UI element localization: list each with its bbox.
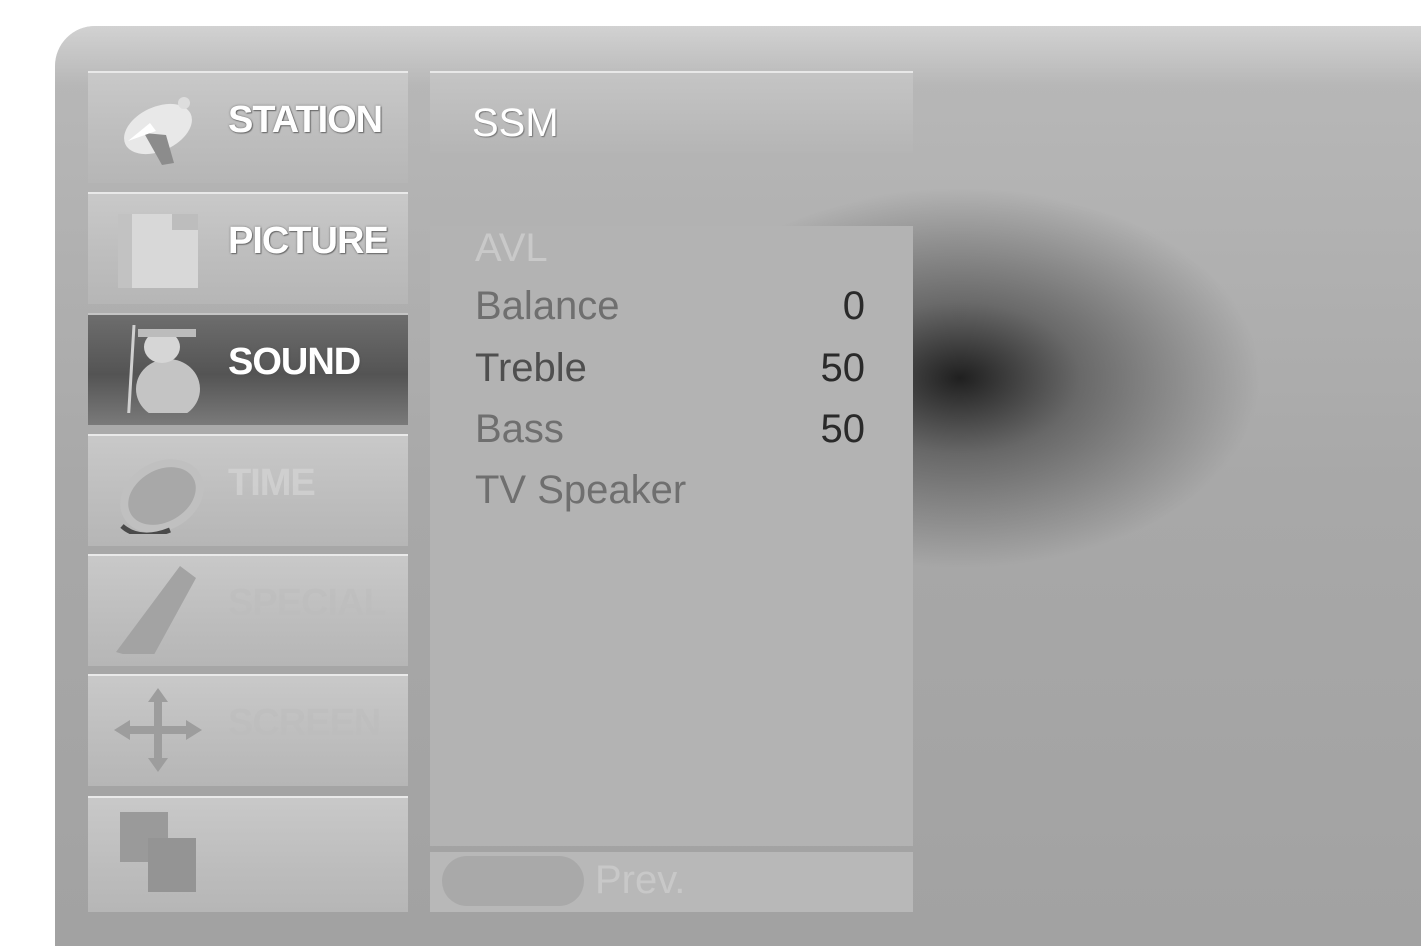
menu-item-picture[interactable]: PICTURE	[88, 192, 408, 304]
option-label: AVL	[475, 226, 548, 270]
menu-item-special[interactable]: SPECIAL	[88, 554, 408, 666]
option-label: Bass	[475, 407, 564, 451]
option-balance[interactable]: Balance 0	[475, 284, 865, 340]
option-tv-speaker[interactable]: TV Speaker	[475, 468, 865, 524]
option-avl[interactable]: AVL	[475, 226, 865, 282]
menu-item-label: PICTURE	[228, 220, 389, 262]
submenu-footer: Prev.	[430, 852, 913, 912]
option-bass[interactable]: Bass 50	[475, 407, 865, 463]
satellite-dish-icon	[124, 97, 192, 165]
clock-icon	[120, 459, 204, 534]
menu-item-sound[interactable]: SOUND	[88, 313, 408, 425]
option-label: TV Speaker	[475, 468, 687, 512]
menu-item-label: SOUND	[228, 341, 361, 383]
osd-panel: STATION PICTURE SOUND TIME SPECIAL SCREE…	[55, 26, 1421, 946]
screen-arrows-icon	[114, 688, 202, 772]
option-treble[interactable]: Treble 50	[475, 346, 865, 402]
menu-item-label: STATION	[228, 99, 383, 141]
speaker-icon	[127, 325, 200, 413]
option-value: 0	[842, 284, 865, 328]
menu-item-screen[interactable]: SCREEN	[88, 674, 408, 786]
option-label: Treble	[475, 346, 587, 390]
menu-item-label: TIME	[228, 462, 316, 504]
sound-options-list: AVL Balance 0 Treble 50 Bass 50 TV Speak…	[430, 226, 913, 846]
picture-icon	[118, 214, 198, 288]
prev-button-key[interactable]	[442, 856, 584, 906]
option-label: Balance	[475, 284, 620, 328]
menu-item-time[interactable]: TIME	[88, 434, 408, 546]
menu-item-label: SPECIAL	[228, 582, 387, 624]
menu-item-label: SCREEN	[228, 702, 381, 744]
special-icon	[116, 566, 196, 654]
submenu-title: SSM	[472, 101, 559, 145]
layers-icon	[120, 812, 196, 892]
prev-label: Prev.	[595, 858, 686, 902]
option-value: 50	[820, 346, 866, 390]
menu-item-other[interactable]	[88, 796, 408, 912]
submenu-header: SSM	[430, 71, 913, 153]
option-value: 50	[820, 407, 866, 451]
menu-item-station[interactable]: STATION	[88, 71, 408, 183]
